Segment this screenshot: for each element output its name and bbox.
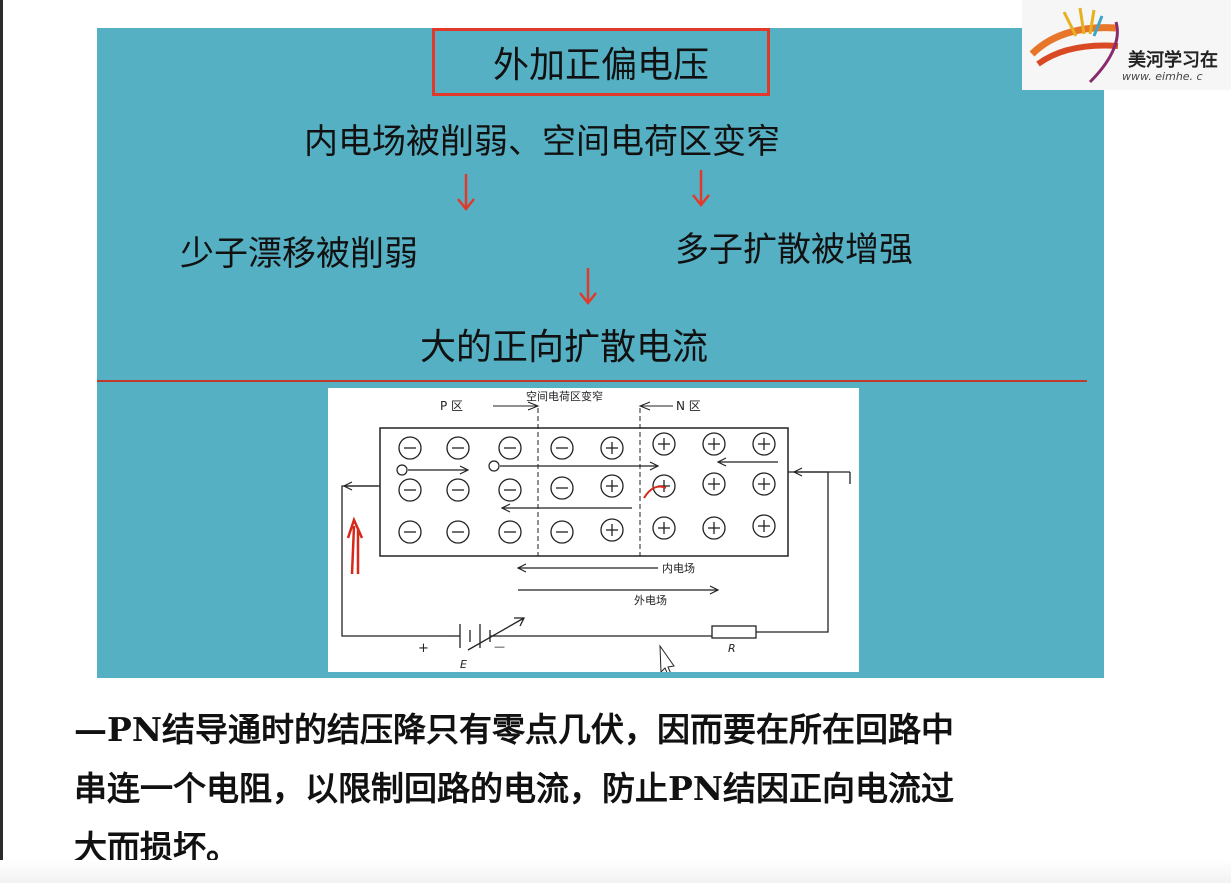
logo-swoosh-icon bbox=[1029, 7, 1119, 84]
label-inner-field: 内电场 bbox=[662, 561, 695, 575]
battery-plus-sign: + bbox=[418, 641, 429, 656]
pn-junction-diagram: P 区 空间电荷区变窄 N 区 内电场 外电场 + — E R bbox=[328, 388, 859, 672]
explanation-line-2: 串连一个电阻，以限制回路的电流，防止PN结因正向电流过 bbox=[74, 769, 954, 808]
battery-label: E bbox=[460, 658, 467, 671]
explanation-line-1: —PN结导通时的结压降只有零点几伏，因而要在所在回路中 bbox=[74, 710, 954, 749]
window-edge bbox=[0, 0, 3, 883]
divider-line bbox=[97, 380, 1087, 382]
statement-minority-drift: 少子漂移被削弱 bbox=[180, 234, 418, 274]
label-p-region: P 区 bbox=[440, 399, 463, 413]
label-outer-field: 外电场 bbox=[634, 593, 667, 607]
battery-minus-sign: — bbox=[494, 640, 505, 653]
bottom-shade bbox=[0, 860, 1231, 883]
slide-title: 外加正偏电压 bbox=[432, 28, 770, 96]
watermark-logo: 美河学习在 www. eimhe. c bbox=[1022, 0, 1231, 90]
statement-forward-current: 大的正向扩散电流 bbox=[420, 327, 709, 368]
logo-name: 美河学习在 bbox=[1128, 50, 1218, 71]
statement-majority-diffusion: 多子扩散被增强 bbox=[675, 230, 913, 270]
label-depletion-region: 空间电荷区变窄 bbox=[526, 389, 603, 403]
down-arrow-right-icon bbox=[692, 170, 710, 208]
statement-weakened-field: 内电场被削弱、空间电荷区变窄 bbox=[304, 122, 780, 162]
logo-url: www. eimhe. c bbox=[1122, 70, 1203, 83]
explanation-paragraph: —PN结导通时的结压降只有零点几伏，因而要在所在回路中 串连一个电阻，以限制回路… bbox=[74, 700, 1204, 877]
down-arrow-left-icon bbox=[457, 174, 475, 212]
down-arrow-center-icon bbox=[579, 268, 597, 306]
label-n-region: N 区 bbox=[676, 399, 701, 413]
resistor-label: R bbox=[728, 642, 736, 655]
mouse-cursor-icon bbox=[659, 644, 675, 672]
